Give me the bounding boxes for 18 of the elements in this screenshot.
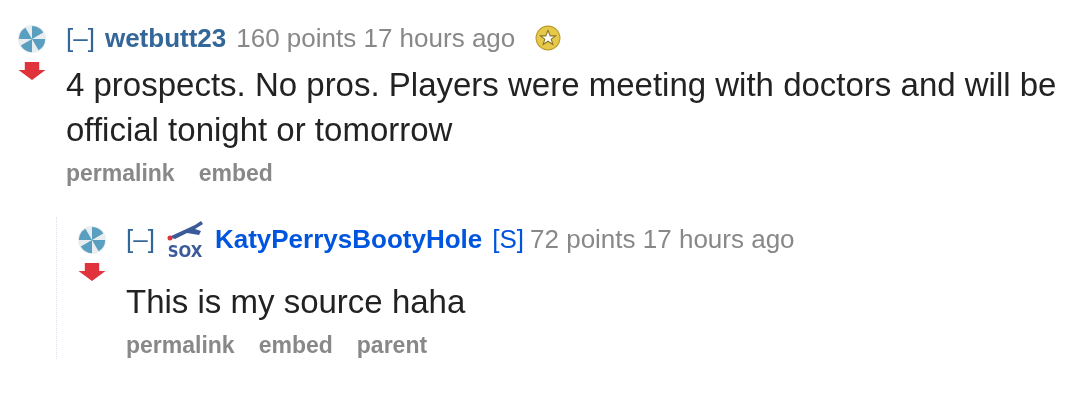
comment-action-link[interactable]: permalink [126, 332, 235, 359]
collapse-link[interactable]: [–] [66, 22, 95, 54]
swirl-icon[interactable] [77, 225, 107, 255]
collapse-link[interactable]: [–] [126, 223, 155, 255]
submitter-tag: [S] [492, 223, 525, 255]
downvote-icon[interactable] [18, 62, 46, 80]
comment-action-link[interactable]: permalink [66, 160, 175, 187]
username-link[interactable]: wetbutt23 [104, 22, 227, 54]
comment-action-link[interactable]: parent [356, 332, 428, 359]
comment-action-link[interactable]: embed [258, 332, 333, 359]
score-time: 72 points 17 hours ago [530, 223, 795, 255]
comment-text: 4 prospects. No pros. Players were meeting with doctors and will be official tonight or tomorrow [66, 65, 1058, 150]
comment-action-link[interactable]: embed [198, 160, 273, 187]
swirl-icon[interactable] [17, 24, 47, 54]
score-time: 160 points 17 hours ago [236, 22, 516, 54]
comment-text: This is my source haha [126, 282, 467, 322]
downvote-icon[interactable] [78, 263, 106, 281]
username-link[interactable]: KatyPerrysBootyHole [214, 223, 483, 255]
